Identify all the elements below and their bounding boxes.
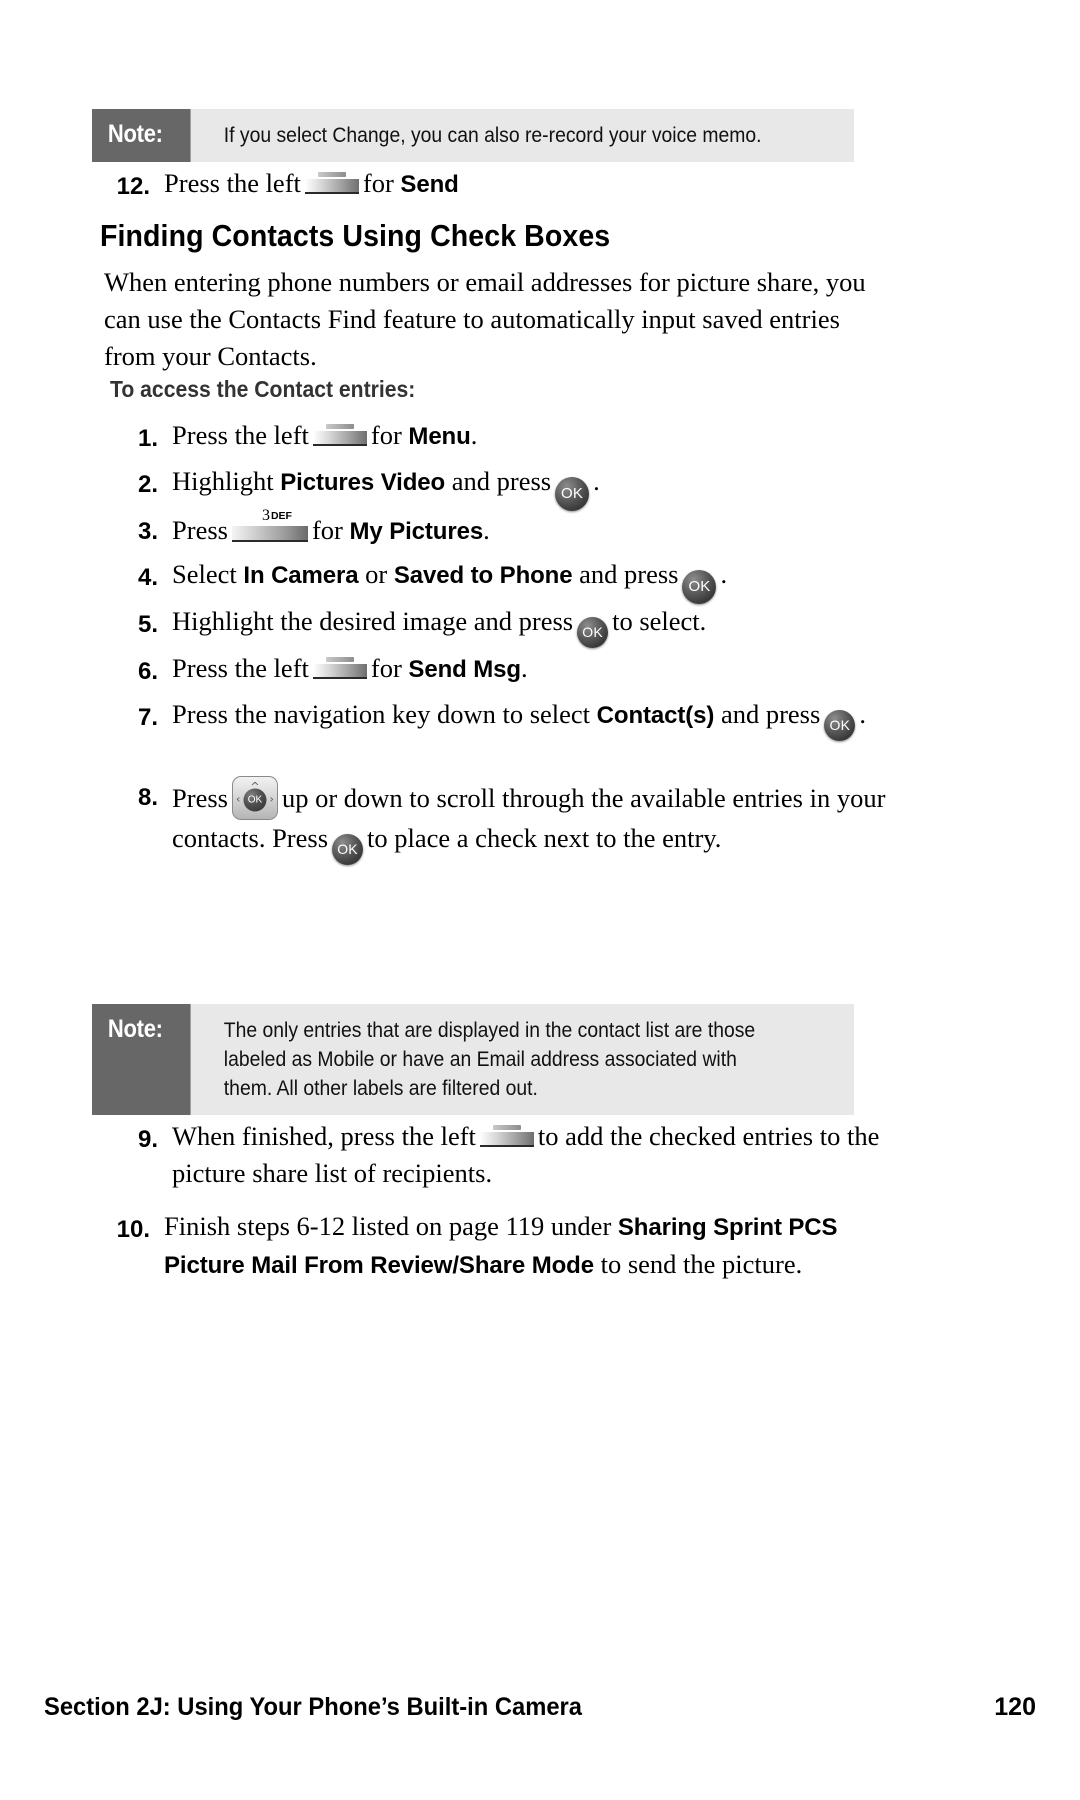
step-text-part: for [311, 515, 343, 545]
step-text-part: Press [172, 783, 228, 813]
step-text-part: and press [451, 466, 552, 496]
step-text-part: . [859, 699, 866, 729]
step-number: 4. [137, 564, 158, 591]
ok-button-icon: OK [555, 477, 590, 511]
ui-label-contacts: Contact(s) [596, 702, 715, 729]
sub-heading: To access the Contact entries: [110, 376, 416, 402]
nav-ok-center: OK [243, 788, 267, 812]
page-title: Finding Contacts Using Check Boxes [100, 218, 611, 253]
step-number: 1. [137, 425, 158, 452]
softkey-icon [312, 655, 367, 679]
ui-label-send-msg: Send Msg [408, 656, 521, 683]
step-number: 3. [137, 518, 158, 545]
step-text: Select In Camera or Saved to Phone and p… [172, 556, 906, 604]
step-text-part: and press [720, 699, 821, 729]
navigation-key-icon: ^ ‹ › OK [231, 776, 278, 820]
softkey-icon [479, 1123, 534, 1147]
manual-page: Note: If you select Change, you can also… [0, 0, 1080, 1800]
ui-label-menu: Menu [408, 423, 471, 450]
intro-paragraph: When entering phone numbers or email add… [104, 267, 866, 371]
step-text-part: Highlight the desired image and press [172, 606, 574, 636]
note-label: Note: [92, 109, 191, 162]
note-box-1: Note: If you select Change, you can also… [92, 109, 854, 162]
step-3: 3. Press 3DEF for My Pictures. [116, 507, 878, 550]
step-number: 8. [137, 784, 158, 811]
step-6: 6. Press the left for Send Msg. [116, 650, 906, 690]
step-number: 7. [137, 704, 158, 731]
step-text-part: . [483, 515, 490, 545]
footer-section-title: Section 2J: Using Your Phone’s Built-in … [44, 1693, 582, 1721]
ok-button-icon: OK [332, 834, 364, 865]
step-number: 9. [137, 1126, 158, 1153]
step-text-part: for [362, 168, 394, 198]
step-7: 7. Press the navigation key down to sele… [116, 696, 906, 741]
step-text-part: Press the navigation key down to select [172, 699, 591, 729]
step-text: Press the left for Send [164, 165, 878, 203]
step-text: Press 3DEF for My Pictures. [172, 507, 878, 550]
step-text-part: Press the left [164, 168, 301, 198]
footer-page-number: 120 [994, 1693, 1036, 1721]
step-text-part: When finished, press the left [172, 1121, 476, 1151]
note-box-2: Note: The only entries that are displaye… [92, 1004, 854, 1115]
step-9: 9. When finished, press the left to add t… [116, 1118, 906, 1192]
step-text: Highlight Pictures Video and press OK. [172, 463, 878, 511]
ok-button-icon: OK [824, 710, 856, 741]
step-text-part: for [370, 420, 402, 450]
softkey-icon [312, 422, 367, 446]
step-text-part: for [370, 653, 402, 683]
step-text-part: to place a check next to the entry. [367, 823, 722, 853]
step-number: 5. [137, 611, 158, 638]
step-10: 10. Finish steps 6-12 listed on page 119… [108, 1208, 906, 1284]
step-text-part: or [365, 559, 388, 589]
step-text: Finish steps 6-12 listed on page 119 und… [164, 1208, 906, 1284]
step-text-part: . [720, 559, 728, 589]
step-text-part: Highlight [172, 466, 274, 496]
step-text-part: to select. [612, 606, 707, 636]
step-text-part: Finish steps 6-12 listed on page 119 und… [164, 1211, 612, 1241]
key-3-def-icon: 3DEF [231, 507, 308, 542]
note-label: Note: [92, 1004, 191, 1115]
note-text: The only entries that are displayed in t… [223, 1018, 756, 1100]
step-4: 4. Select In Camera or Saved to Phone an… [116, 556, 906, 604]
ui-label-in-camera: In Camera [243, 562, 359, 589]
step-text: Press ^ ‹ › OK up or down to scroll through t… [172, 776, 906, 865]
ui-label-pictures-video: Pictures Video [280, 469, 446, 496]
page-footer: Section 2J: Using Your Phone’s Built-in … [44, 1693, 1036, 1722]
step-text-part: and press [579, 559, 679, 589]
step-number: 10. [116, 1216, 150, 1243]
step-8: 8. Press ^ ‹ › OK up or down to scroll throug… [116, 776, 906, 865]
step-text: Press the left for Menu. [172, 417, 878, 455]
key-letters: DEF [270, 510, 292, 522]
ok-button-icon: OK [577, 617, 609, 648]
step-text: Press the navigation key down to select … [172, 696, 906, 741]
step-text-part: Select [172, 559, 237, 589]
note-text: If you select Change, you can also re-re… [223, 123, 762, 147]
ui-label-saved-to-phone: Saved to Phone [393, 562, 573, 589]
step-5: 5. Highlight the desired image and press… [116, 603, 906, 648]
step-text: Highlight the desired image and press OK t… [172, 603, 906, 648]
step-1: 1. Press the left for Menu. [116, 417, 878, 457]
step-text-part: . [520, 653, 528, 683]
step-text: When finished, press the left to add the … [172, 1118, 906, 1192]
ui-label-my-pictures: My Pictures [349, 518, 484, 545]
step-2: 2. Highlight Pictures Video and press OK. [116, 463, 878, 511]
chevron-right-icon: › [269, 792, 274, 806]
step-text-part: to send the picture. [600, 1249, 803, 1279]
step-text-part: Press the left [172, 420, 309, 450]
step-text-part: Press [172, 515, 228, 545]
step-text-part: . [593, 466, 600, 496]
step-number: 12. [116, 173, 150, 200]
step-text-part: Press the left [172, 653, 309, 683]
softkey-icon [304, 170, 359, 194]
step-text: Press the left for Send Msg. [172, 650, 906, 688]
key-digit: 3 [261, 507, 270, 524]
step-number: 2. [137, 471, 158, 498]
ok-button-icon: OK [682, 570, 717, 604]
step-number: 6. [137, 658, 158, 685]
chevron-left-icon: ‹ [235, 792, 241, 806]
step-12: 12. Press the left for Send [108, 165, 878, 205]
ui-label-send: Send [400, 171, 459, 198]
step-text-part: . [470, 420, 478, 450]
